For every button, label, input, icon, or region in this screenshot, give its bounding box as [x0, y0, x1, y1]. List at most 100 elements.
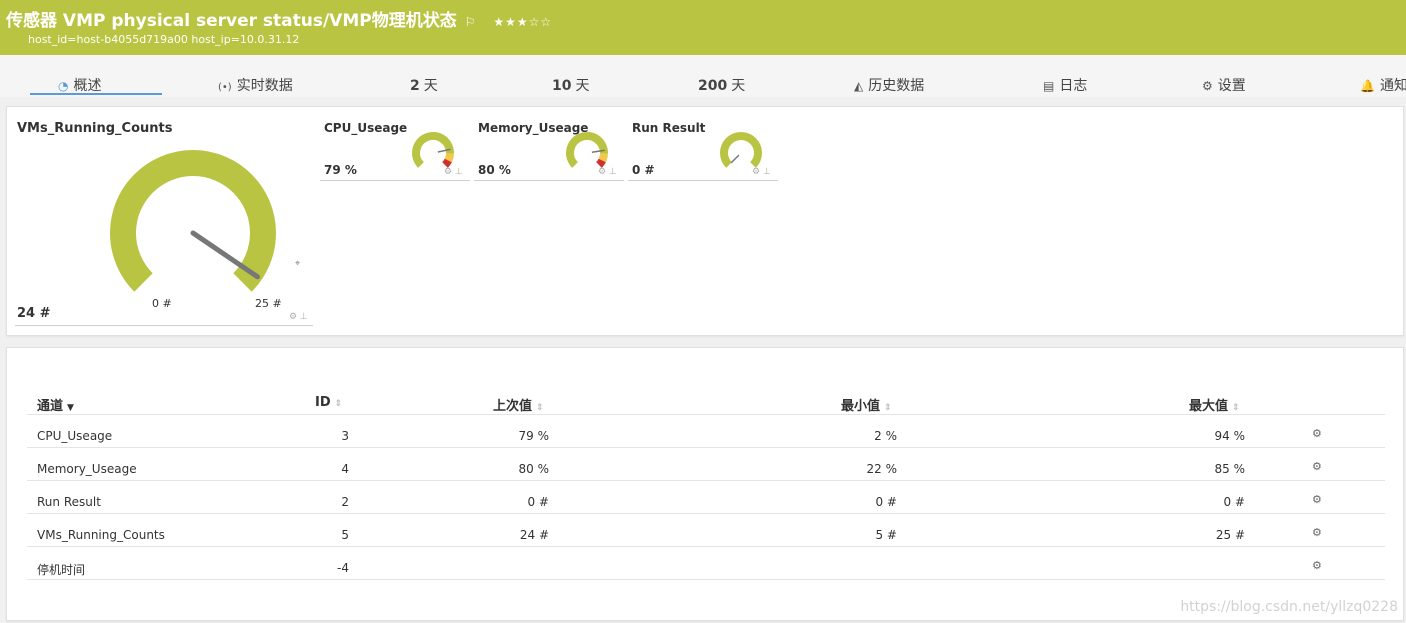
tab-label: 设置 [1217, 78, 1246, 94]
cpu-gauge-name: CPU_Useage [324, 121, 408, 135]
tab-unit: 天 [575, 78, 590, 94]
divider [320, 180, 470, 181]
page-title: 传感器 VMP physical server status/VMP物理机状态 … [6, 6, 552, 31]
channel-name[interactable]: Run Result [37, 495, 101, 509]
channel-name[interactable]: Memory_Useage [37, 462, 137, 476]
channel-id: 4 [341, 462, 349, 476]
gauge-icon: ◔ [58, 79, 69, 93]
channel-min-value: 0 # [875, 495, 897, 509]
channel-min-value: 22 % [866, 462, 898, 476]
channel-id: 5 [341, 528, 349, 542]
broadcast-icon: (•) [218, 82, 232, 93]
tab-10-days[interactable]: 10 天 [552, 75, 589, 95]
row-divider [27, 579, 1385, 580]
channel-settings-icon[interactable]: ⚙ [1312, 559, 1322, 572]
tab-2-days[interactable]: 2天 [410, 75, 438, 95]
header-label: 最大值 [1189, 399, 1229, 414]
tab-bar: ◔ 概述 (•) 实时数据 2天 10 天 200 天 ◭ 历史数据 ▤ 日志 ⚙ 设置 🔔 通… [0, 55, 1406, 97]
gauge-warning-zone [444, 153, 454, 163]
tab-label: 实时数据 [236, 78, 293, 94]
sort-icon: ⇕ [334, 399, 343, 409]
gauge-actions[interactable]: ⚙ ⊥ [444, 167, 463, 177]
main-gauge-name: VMs_Running_Counts [17, 121, 173, 136]
gauge-actions[interactable]: ⚙ ⊥ [598, 167, 617, 177]
priority-stars[interactable]: ★★★☆☆ [493, 15, 552, 29]
tab-label: 日志 [1059, 78, 1088, 94]
tab-log[interactable]: ▤ 日志 [1043, 75, 1087, 95]
gauge-error-zone [442, 158, 452, 168]
page-header: 传感器 VMP physical server status/VMP物理机状态 … [0, 0, 1406, 55]
memory-gauge-value: 80 % [478, 163, 511, 177]
channel-max-value: 94 % [1214, 429, 1246, 443]
tab-unit: 天 [731, 78, 746, 94]
tab-settings[interactable]: ⚙ 设置 [1202, 75, 1246, 95]
gauge-error-zone [596, 158, 606, 168]
divider [15, 325, 313, 326]
main-gauge[interactable]: ⌖ [110, 137, 311, 292]
tab-number: 2 [410, 78, 420, 94]
row-divider [27, 480, 1385, 481]
gauge-min: 0 # [152, 297, 172, 310]
tab-live-data[interactable]: (•) 实时数据 [218, 75, 293, 95]
sort-icon: ⇕ [536, 403, 544, 413]
channel-id: 2 [341, 495, 349, 509]
tab-overview[interactable]: ◔ 概述 [30, 75, 162, 95]
gauge-max: 25 # [255, 297, 282, 310]
channel-last-value: 80 % [518, 462, 550, 476]
channel-name[interactable]: VMs_Running_Counts [37, 528, 165, 542]
watermark: https://blog.csdn.net/yllzq0228 [1180, 599, 1398, 615]
area-chart-icon: ◭ [854, 79, 864, 93]
flag-icon[interactable]: ⚐ [465, 15, 476, 29]
column-header-max-value[interactable]: 最大值 ⇕ [1189, 395, 1240, 414]
tab-number: 200 [698, 78, 728, 94]
cpu-gauge-value: 79 % [324, 163, 357, 177]
run-result-gauge-value: 0 # [632, 163, 655, 177]
tab-label: 概述 [73, 78, 102, 94]
tab-label: 通知 [1379, 78, 1406, 94]
header-label: 最小值 [841, 399, 881, 414]
divider [628, 180, 778, 181]
channel-last-value: 79 % [518, 429, 550, 443]
tab-200-days[interactable]: 200 天 [698, 75, 745, 95]
gauge-arc [720, 131, 762, 168]
channel-name[interactable]: 停机时间 [37, 561, 85, 578]
channel-max-value: 0 # [1223, 495, 1245, 509]
tab-notifications[interactable]: 🔔 通知 [1360, 75, 1406, 95]
bell-icon: 🔔 [1360, 79, 1375, 93]
row-divider [27, 546, 1385, 547]
pin-icon[interactable]: ⌖ [295, 259, 300, 269]
gauge-actions[interactable]: ⚙ ⊥ [289, 312, 308, 322]
channel-settings-icon[interactable]: ⚙ [1312, 460, 1322, 473]
sort-icon: ⇕ [1232, 403, 1240, 413]
header-label: 上次值 [493, 399, 533, 414]
gauge-actions[interactable]: ⚙ ⊥ [752, 167, 771, 177]
column-header-id[interactable]: ID ⇕ [315, 395, 342, 410]
row-divider [27, 513, 1385, 514]
channel-settings-icon[interactable]: ⚙ [1312, 493, 1322, 506]
channel-settings-icon[interactable]: ⚙ [1312, 427, 1322, 440]
channel-min-value: 2 % [874, 429, 897, 443]
channel-max-value: 85 % [1214, 462, 1246, 476]
sensor-title: 传感器 VMP physical server status/VMP物理机状态 [6, 11, 457, 31]
channel-name[interactable]: CPU_Useage [37, 429, 112, 443]
channel-settings-icon[interactable]: ⚙ [1312, 526, 1322, 539]
column-header-channel[interactable]: 通道 ▼ [37, 395, 74, 414]
tab-historic-data[interactable]: ◭ 历史数据 [854, 75, 924, 95]
column-header-last-value[interactable]: 上次值 ⇕ [493, 395, 544, 414]
channel-id: 3 [341, 429, 349, 443]
channel-last-value: 0 # [527, 495, 549, 509]
sort-icon: ⇕ [884, 403, 892, 413]
header-label: 通道 [37, 399, 64, 414]
header-divider [27, 414, 1385, 415]
divider [474, 180, 624, 181]
tab-label: 历史数据 [868, 78, 925, 94]
tab-number: 10 [552, 78, 572, 94]
column-header-min-value[interactable]: 最小值 ⇕ [841, 395, 892, 414]
gauge-needle [730, 154, 740, 164]
gauge-warning-zone [598, 153, 608, 163]
run-result-gauge-name: Run Result [632, 121, 706, 135]
sort-desc-icon: ▼ [67, 403, 74, 413]
gear-icon: ⚙ [1202, 79, 1213, 93]
channel-id: -4 [337, 561, 349, 575]
list-icon: ▤ [1043, 79, 1055, 93]
